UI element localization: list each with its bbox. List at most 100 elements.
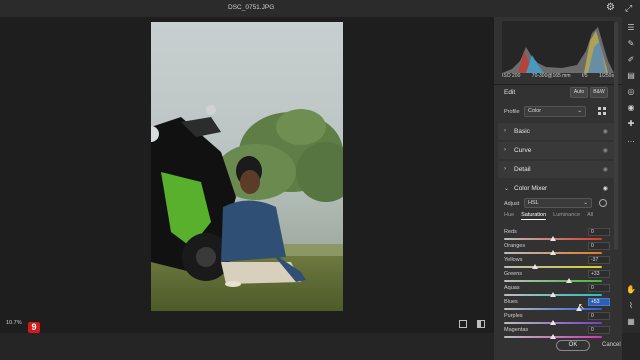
tab-luminance[interactable]: Luminance [553, 212, 580, 220]
slider-label: Oranges [504, 243, 526, 249]
slider-value[interactable]: 0 [588, 326, 610, 334]
window-title: DSC_0751.JPG [228, 4, 275, 11]
slider-label: Yellows [504, 257, 523, 263]
slider-knob[interactable] [531, 264, 538, 269]
slider-value[interactable]: 0 [588, 312, 610, 320]
tool-strip: ☰ ✎ ✐ ▤ ◎ ◉ ✚ … ✋ ⌇ ▦ [622, 17, 640, 333]
mouse-cursor: ↖ [578, 302, 585, 311]
slider-track[interactable] [504, 280, 602, 282]
section-detail-header[interactable]: › Detail ◉ [494, 162, 622, 178]
slider-label: Blues [504, 299, 518, 305]
color-mixer-tabs: Hue Saturation Luminance All [504, 212, 614, 220]
edit-title: Edit [504, 89, 516, 96]
section-label: Detail [514, 166, 531, 173]
iso-value: ISO 200 [502, 73, 521, 79]
chevron-down-icon: ⌄ [577, 108, 582, 114]
cancel-button[interactable]: Cancel [602, 342, 621, 348]
chevron-down-icon: ⌄ [504, 186, 510, 192]
slider-knob[interactable] [550, 320, 556, 325]
adjust-value: HSL [528, 200, 539, 206]
histogram [502, 21, 614, 73]
slider-label: Reds [504, 229, 517, 235]
pencil-icon[interactable]: ✐ [626, 55, 636, 65]
slider-track[interactable] [504, 308, 602, 310]
slider-knob[interactable] [550, 236, 556, 241]
slider-value[interactable]: 0 [588, 242, 610, 250]
eye-icon[interactable]: ◉ [603, 147, 608, 154]
grid-icon[interactable]: ▦ [626, 317, 636, 327]
section-label: Curve [514, 147, 532, 154]
sliders-icon[interactable]: ☰ [626, 23, 636, 33]
tab-all[interactable]: All [587, 212, 593, 220]
profile-select[interactable]: Color ⌄ [524, 106, 586, 117]
compare-icon[interactable] [459, 320, 467, 328]
section-color-mixer-header[interactable]: ⌄ Color Mixer ◉ [494, 181, 622, 197]
slider-knob[interactable] [550, 250, 556, 255]
slider-value[interactable]: 0 [588, 228, 610, 236]
slider-value[interactable]: +53 [588, 298, 610, 306]
adjust-label: Adjust [504, 201, 520, 207]
eyedropper-icon[interactable]: ⌇ [626, 301, 636, 311]
tab-saturation[interactable]: Saturation [521, 212, 547, 220]
brush-icon[interactable]: ✎ [626, 39, 636, 49]
slider-magentas[interactable]: Magentas 0 [504, 326, 610, 341]
slider-label: Purples [504, 313, 523, 319]
profile-browser-icon[interactable] [598, 107, 606, 115]
auto-button[interactable]: Auto [570, 87, 588, 98]
slider-blues[interactable]: Blues +53 [504, 298, 610, 313]
target-adjust-icon[interactable] [599, 199, 607, 207]
before-after-icon[interactable] [477, 320, 485, 328]
chevron-right-icon: › [504, 166, 506, 172]
lens-value: 70-300@165 mm [531, 73, 571, 79]
hand-icon[interactable]: ✋ [626, 285, 636, 295]
chevron-right-icon: › [504, 147, 506, 153]
slider-greens[interactable]: Greens +33 [504, 270, 610, 285]
chevron-right-icon: › [504, 128, 506, 134]
slider-label: Aquas [504, 285, 520, 291]
camera-info: ISO 200 70-300@165 mm f/5 1/250s [502, 73, 614, 79]
slider-knob[interactable] [566, 278, 573, 283]
eye-icon[interactable]: ◉ [603, 166, 608, 173]
adjust-select[interactable]: HSL ⌄ [524, 198, 592, 208]
section-label: Color Mixer [514, 185, 548, 192]
radial-icon[interactable]: ◎ [626, 87, 636, 97]
section-curve-header[interactable]: › Curve ◉ [494, 143, 622, 159]
slider-label: Magentas [504, 327, 529, 333]
edit-panel: ISO 200 70-300@165 mm f/5 1/250s Edit Au… [494, 17, 622, 360]
photo-preview[interactable] [151, 22, 343, 311]
tab-hue[interactable]: Hue [504, 212, 514, 220]
eye-icon[interactable]: ◉ [603, 128, 608, 135]
more-icon[interactable]: … [626, 135, 636, 145]
slider-track[interactable] [504, 266, 602, 268]
gear-icon[interactable]: ⚙ [606, 2, 615, 13]
panel-scrollbar[interactable] [614, 22, 618, 250]
section-label: Basic [514, 128, 530, 135]
slider-yellows[interactable]: Yellows -37 [504, 256, 610, 271]
slider-aquas[interactable]: Aquas 0 [504, 284, 610, 299]
zoom-level[interactable]: 10.7% [6, 320, 22, 326]
slider-oranges[interactable]: Oranges 0 [504, 242, 610, 257]
title-bar: DSC_0751.JPG ⚙ ⤢ [0, 0, 640, 17]
expand-icon[interactable]: ⤢ [625, 3, 632, 14]
eye-icon[interactable]: ◉ [603, 185, 608, 192]
bw-button[interactable]: B&W [590, 87, 608, 98]
eye-redeye-icon[interactable]: ◉ [626, 103, 636, 113]
ok-button[interactable]: OK [556, 340, 590, 351]
section-basic-header[interactable]: › Basic ◉ [494, 124, 622, 140]
slider-value[interactable]: 0 [588, 284, 610, 292]
chevron-down-icon: ⌄ [583, 200, 588, 206]
slider-value[interactable]: +33 [588, 270, 610, 278]
profile-label: Profile [504, 109, 520, 115]
divider [494, 84, 622, 85]
slider-reds[interactable]: Reds 0 [504, 228, 610, 243]
gradient-icon[interactable]: ▤ [626, 71, 636, 81]
aperture-value: f/5 [581, 73, 588, 79]
profile-value: Color [528, 108, 542, 114]
slider-value[interactable]: -37 [588, 256, 610, 264]
channel-logo: 9 [28, 322, 40, 333]
slider-knob[interactable] [550, 334, 556, 339]
slider-purples[interactable]: Purples 0 [504, 312, 610, 327]
healing-icon[interactable]: ✚ [626, 119, 636, 129]
slider-knob[interactable] [550, 292, 556, 297]
slider-label: Greens [504, 271, 523, 277]
